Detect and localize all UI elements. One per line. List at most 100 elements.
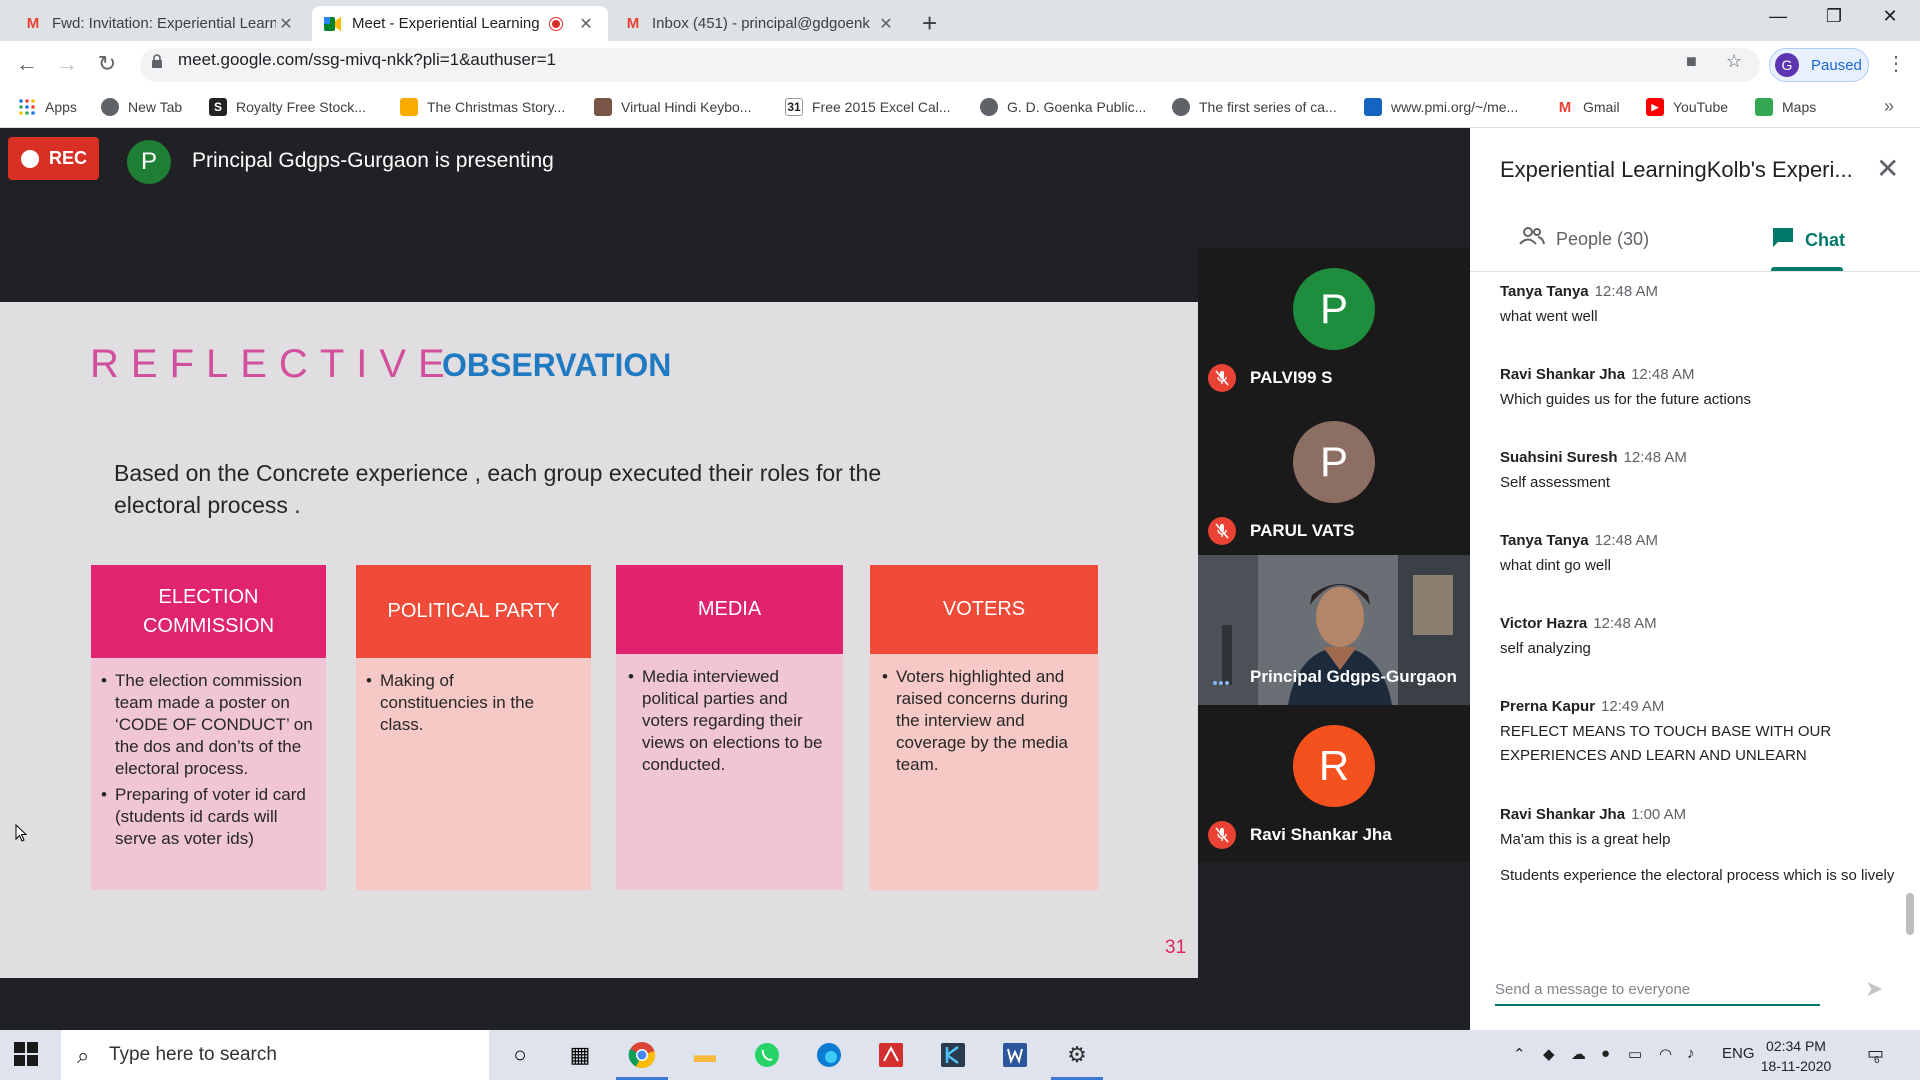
divider bbox=[1470, 271, 1920, 272]
column-head-media: MEDIA bbox=[616, 565, 843, 654]
participant-tile[interactable]: P PARUL VATS bbox=[1198, 401, 1470, 555]
battery-icon[interactable]: ▭ bbox=[1628, 1045, 1642, 1063]
tab-people[interactable]: People (30) bbox=[1518, 226, 1649, 252]
url-text[interactable]: meet.google.com/ssg-mivq-nkk?pli=1&authu… bbox=[178, 50, 556, 70]
onedrive-icon[interactable]: ☁ bbox=[1571, 1045, 1586, 1063]
maps-icon bbox=[1755, 98, 1773, 116]
globe-icon bbox=[101, 98, 119, 116]
volume-icon[interactable]: ♪ bbox=[1687, 1045, 1695, 1062]
gmail-icon: M bbox=[26, 15, 40, 32]
message-sender: Victor Hazra bbox=[1500, 615, 1588, 632]
windows-start-icon[interactable] bbox=[14, 1042, 38, 1066]
participant-video[interactable]: Principal Gdgps-Gurgaon bbox=[1198, 555, 1470, 705]
bookmark-virtual-hindi[interactable]: Virtual Hindi Keybo... bbox=[594, 98, 751, 116]
bookmark-new-tab[interactable]: New Tab bbox=[101, 98, 182, 116]
bookmark-gd-goenka[interactable]: G. D. Goenka Public... bbox=[980, 98, 1146, 116]
restore-button[interactable]: ❐ bbox=[1814, 6, 1854, 27]
file-explorer-icon[interactable]: ▬ bbox=[688, 1038, 722, 1072]
youtube-icon: ▶ bbox=[1646, 98, 1664, 116]
bookmark-gmail[interactable]: M Gmail bbox=[1556, 98, 1620, 116]
bullet-item: Media interviewed political parties and … bbox=[628, 666, 831, 776]
whatsapp-icon[interactable] bbox=[750, 1038, 784, 1072]
close-tab-icon[interactable]: ✕ bbox=[576, 14, 596, 34]
bookmark-label: Free 2015 Excel Cal... bbox=[812, 99, 951, 115]
forward-button[interactable]: → bbox=[52, 51, 82, 77]
microphone-icon[interactable]: ● bbox=[1601, 1045, 1610, 1062]
more-bookmarks-icon[interactable]: » bbox=[1884, 96, 1894, 117]
slide-title-observation: OBSERVATION bbox=[442, 347, 672, 383]
reload-button[interactable]: ↻ bbox=[92, 51, 122, 77]
search-icon: ⌕ bbox=[77, 1043, 90, 1068]
wifi-icon[interactable]: ◠ bbox=[1659, 1045, 1672, 1063]
participant-tile[interactable]: P PALVI99 S bbox=[1198, 248, 1470, 401]
menu-icon[interactable]: ⋮ bbox=[1886, 51, 1906, 76]
minimize-button[interactable]: — bbox=[1758, 6, 1798, 27]
close-tab-icon[interactable]: ✕ bbox=[876, 14, 896, 34]
tab-fwd-invitation[interactable]: M Fwd: Invitation: Experiential Learn ✕ bbox=[12, 6, 308, 41]
pmi-icon bbox=[1364, 98, 1382, 116]
camera-icon[interactable]: ■ bbox=[1686, 51, 1697, 72]
slide-title-reflective: REFLECTIVE bbox=[90, 342, 457, 386]
cortana-icon[interactable]: ○ bbox=[503, 1038, 537, 1072]
bookmark-pmi[interactable]: www.pmi.org/~/me... bbox=[1364, 98, 1518, 116]
bookmark-apps[interactable]: Apps bbox=[18, 98, 77, 116]
chat-scrollbar[interactable] bbox=[1906, 893, 1914, 935]
tray-chevron-up-icon[interactable]: ⌃ bbox=[1513, 1045, 1526, 1063]
mic-off-icon bbox=[1208, 364, 1236, 392]
back-button[interactable]: ← bbox=[12, 51, 42, 77]
chat-message: Victor Hazra 12:48 AM self analyzing bbox=[1500, 615, 1900, 661]
profile-button[interactable]: G Paused bbox=[1769, 48, 1869, 82]
message-text: Ma'am this is a great help bbox=[1500, 831, 1671, 848]
participant-tile[interactable]: R Ravi Shankar Jha bbox=[1198, 705, 1470, 862]
tab-chat[interactable]: Chat bbox=[1771, 226, 1845, 254]
star-icon[interactable]: ☆ bbox=[1726, 51, 1742, 72]
dropbox-icon[interactable]: ◆ bbox=[1543, 1045, 1555, 1063]
new-tab-button[interactable]: + bbox=[922, 8, 937, 39]
bookmark-label: Virtual Hindi Keybo... bbox=[621, 99, 752, 115]
tab-meet[interactable]: Meet - Experiential Learning ✕ bbox=[312, 6, 608, 41]
speaking-indicator-icon bbox=[1213, 672, 1229, 685]
app-icon[interactable] bbox=[936, 1038, 970, 1072]
send-icon[interactable]: ➤ bbox=[1865, 976, 1883, 1002]
bookmark-label: www.pmi.org/~/me... bbox=[1391, 99, 1519, 115]
bookmark-excel-cal[interactable]: 31 Free 2015 Excel Cal... bbox=[785, 98, 951, 116]
message-input[interactable]: Send a message to everyone bbox=[1495, 976, 1820, 1006]
language-indicator[interactable]: ENG bbox=[1722, 1045, 1755, 1062]
taskbar-search-input[interactable]: ⌕ Type here to search bbox=[61, 1030, 489, 1080]
message-sender: Prerna Kapur bbox=[1500, 698, 1596, 715]
message-time: 12:48 AM bbox=[1594, 532, 1659, 549]
message-text: Self assessment bbox=[1500, 474, 1611, 491]
message-sender: Tanya Tanya bbox=[1500, 283, 1589, 300]
bookmark-christmas-story[interactable]: The Christmas Story... bbox=[400, 98, 565, 116]
bookmark-label: Maps bbox=[1782, 99, 1817, 115]
settings-gear-icon[interactable]: ⚙ bbox=[1060, 1038, 1094, 1072]
mic-off-icon bbox=[1208, 821, 1236, 849]
acrobat-icon[interactable] bbox=[874, 1038, 908, 1072]
edge-icon[interactable] bbox=[812, 1038, 846, 1072]
column-body-political-party: Making of constituencies in the class. bbox=[356, 658, 591, 890]
panel-title: Experiential LearningKolb's Experi... bbox=[1500, 157, 1853, 182]
task-view-icon[interactable]: ▦ bbox=[563, 1038, 597, 1072]
bookmark-youtube[interactable]: ▶ YouTube bbox=[1646, 98, 1728, 116]
presenting-banner: Principal Gdgps-Gurgaon is presenting bbox=[192, 149, 554, 172]
notification-count: 6 bbox=[1874, 1055, 1880, 1066]
chat-message: Suahsini Suresh 12:48 AM Self assessment bbox=[1500, 449, 1900, 495]
column-head-label: ELECTION COMMISSION bbox=[142, 585, 275, 637]
chrome-icon[interactable] bbox=[625, 1038, 659, 1072]
calendar-icon: 31 bbox=[785, 98, 803, 116]
bookmark-maps[interactable]: Maps bbox=[1755, 98, 1816, 116]
column-head-election-commission: ELECTION COMMISSION bbox=[91, 565, 326, 658]
message-sender: Tanya Tanya bbox=[1500, 532, 1589, 549]
close-window-button[interactable]: ✕ bbox=[1870, 6, 1910, 27]
system-clock[interactable]: 02:34 PM 18-11-2020 bbox=[1760, 1036, 1832, 1076]
close-panel-button[interactable]: ✕ bbox=[1876, 152, 1899, 185]
chat-icon bbox=[1771, 226, 1795, 254]
notification-icon[interactable]: ▭6 bbox=[1867, 1043, 1890, 1066]
close-tab-icon[interactable]: ✕ bbox=[276, 14, 296, 34]
word-icon[interactable] bbox=[998, 1038, 1032, 1072]
message-sender: Ravi Shankar Jha bbox=[1500, 806, 1626, 823]
lock-icon[interactable] bbox=[150, 54, 164, 68]
tab-inbox[interactable]: M Inbox (451) - principal@gdgoenk ✕ bbox=[612, 6, 908, 41]
bookmark-first-series[interactable]: The first series of ca... bbox=[1172, 98, 1337, 116]
bookmark-royalty-free[interactable]: S Royalty Free Stock... bbox=[209, 98, 366, 116]
